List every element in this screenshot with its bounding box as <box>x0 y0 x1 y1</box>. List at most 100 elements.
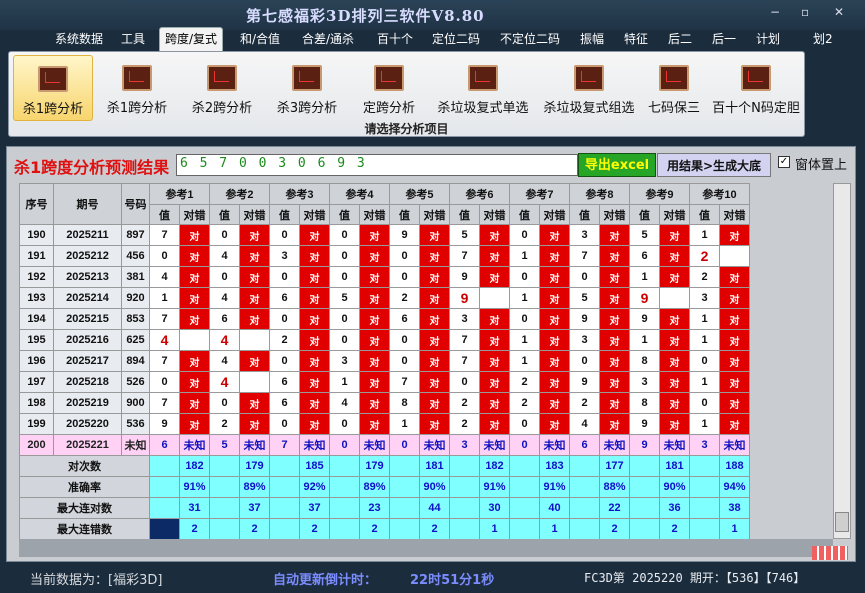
ribbon-kill1-span-selected[interactable]: 杀1跨分析 <box>13 55 93 121</box>
stats-value: 91% <box>179 476 210 498</box>
cell-value: 2 <box>569 392 600 414</box>
cell-check: 对 <box>479 350 510 372</box>
cell-check: 对 <box>539 245 570 267</box>
close-button[interactable]: ✕ <box>834 5 844 19</box>
table-row[interactable]: 190 2025211 897 7 对 0 对 0 对 0 对 9 对 5 对 0 对 3 对 5 对 1 对 <box>19 224 750 246</box>
cell-check: 对 <box>719 266 750 288</box>
cell-value: 0 <box>389 350 420 372</box>
result-input[interactable]: 6 5 7 0 0 3 0 6 9 3 <box>176 154 578 176</box>
stats-blank <box>689 497 720 519</box>
minimize-button[interactable]: − <box>770 5 780 19</box>
menu-sum[interactable]: 和/合值 <box>240 30 280 47</box>
cell-value: 2 <box>209 413 240 435</box>
table-row[interactable]: 194 2025215 853 7 对 6 对 0 对 0 对 6 对 3 对 0 对 9 对 9 对 1 对 <box>19 308 750 330</box>
table-row[interactable]: 198 2025219 900 7 对 0 对 6 对 4 对 8 对 2 对 2 对 2 对 8 对 0 对 <box>19 392 750 414</box>
ribbon-kill2-span[interactable]: 杀2跨分析 <box>182 55 262 121</box>
menu-plan[interactable]: 计划 <box>756 30 780 47</box>
stats-value: 22 <box>599 497 630 519</box>
stats-value: 92% <box>299 476 330 498</box>
cell-check: 未知 <box>659 434 690 456</box>
stats-blank <box>329 476 360 498</box>
cell-value: 0 <box>509 224 540 246</box>
menu-plan2[interactable]: 划2 <box>813 30 833 47</box>
stats-value: 91% <box>479 476 510 498</box>
cell-value: 9 <box>629 287 660 309</box>
menu-amplitude[interactable]: 振幅 <box>580 30 604 47</box>
ribbon-junk-group[interactable]: 杀垃圾复式组选 <box>537 55 641 121</box>
top-checkbox[interactable]: ✓ <box>778 156 790 168</box>
header-ref: 参考10 <box>689 183 750 205</box>
menu-tools[interactable]: 工具 <box>121 30 145 47</box>
cell-value: 7 <box>149 224 180 246</box>
ribbon-label: 七码保三 <box>647 101 700 116</box>
table-row[interactable]: 197 2025218 526 0 对 4 6 对 1 对 7 对 0 对 2 对 9 对 3 对 1 对 <box>19 371 750 393</box>
table-row[interactable]: 196 2025217 894 7 对 4 对 0 对 3 对 0 对 7 对 1 对 0 对 8 对 0 对 <box>19 350 750 372</box>
table-row[interactable]: 199 2025220 536 9 对 2 对 0 对 0 对 1 对 2 对 0 对 4 对 9 对 1 对 <box>19 413 750 435</box>
maximize-button[interactable]: ▫ <box>801 5 809 19</box>
vertical-scrollbar[interactable] <box>833 183 851 539</box>
stats-blank <box>149 518 180 540</box>
cell-value: 7 <box>389 371 420 393</box>
stats-value: 181 <box>419 455 450 477</box>
cell-value: 5 <box>449 224 480 246</box>
table-row[interactable]: 193 2025214 920 1 对 4 对 6 对 5 对 2 对 9 1 对 5 对 9 3 对 <box>19 287 750 309</box>
menu-span-compound[interactable]: 跨度/复式 <box>159 27 224 51</box>
cell-check: 对 <box>179 287 210 309</box>
ribbon-kill3-span[interactable]: 杀3跨分析 <box>267 55 347 121</box>
cell-value: 0 <box>509 308 540 330</box>
stats-value: 177 <box>599 455 630 477</box>
ribbon-n-code[interactable]: 百十个N码定胆 <box>709 55 803 121</box>
last-draw-info: FC3D第 2025220 期开：【536】【746】 <box>584 571 806 585</box>
cell-check: 未知 <box>299 434 330 456</box>
cell-check: 对 <box>719 371 750 393</box>
stats-blank <box>569 518 600 540</box>
menu-hundreds[interactable]: 百十个 <box>377 30 413 47</box>
cell-check: 对 <box>299 392 330 414</box>
stats-blank <box>389 455 420 477</box>
cell-value: 0 <box>149 245 180 267</box>
menu-feature[interactable]: 特征 <box>624 30 648 47</box>
stats-blank <box>149 455 180 477</box>
table-row[interactable]: 191 2025212 456 0 对 4 对 3 对 0 对 0 对 7 对 1 对 7 对 6 对 2 <box>19 245 750 267</box>
ribbon-junk-single[interactable]: 杀垃圾复式单选 <box>431 55 535 121</box>
stats-blank <box>509 455 540 477</box>
cell-check: 对 <box>539 371 570 393</box>
menu-system-data[interactable]: 系统数据 <box>55 30 103 47</box>
stats-blank <box>509 518 540 540</box>
scroll-thumb[interactable] <box>835 512 849 532</box>
generate-base-button[interactable]: 用结果>生成大底 <box>657 153 771 177</box>
cell-check: 未知 <box>179 434 210 456</box>
stats-value: 2 <box>179 518 210 540</box>
table-row-unknown[interactable]: 200 2025221 未知 6 未知 5 未知 7 未知 0 未知 0 未知 3 未知 0 未知 6 未知 9 未知 3… <box>19 434 750 456</box>
cell-value: 8 <box>629 392 660 414</box>
stats-blank <box>329 497 360 519</box>
ribbon-fixed-span[interactable]: 定跨分析 <box>352 55 426 121</box>
subheader-val: 值 <box>149 204 180 225</box>
cell-value: 4 <box>569 413 600 435</box>
table-row[interactable]: 192 2025213 381 4 对 0 对 0 对 0 对 0 对 9 对 0 对 0 对 1 对 2 对 <box>19 266 750 288</box>
ribbon-seven-code[interactable]: 七码保三 <box>641 55 707 121</box>
cell-value: 0 <box>269 350 300 372</box>
menu-back-one[interactable]: 后一 <box>712 30 736 47</box>
cell-value: 0 <box>569 266 600 288</box>
cell-check: 未知 <box>539 434 570 456</box>
cell-value: 6 <box>149 434 180 456</box>
cell-value: 0 <box>149 371 180 393</box>
stats-value: 2 <box>659 518 690 540</box>
cell-value: 0 <box>509 413 540 435</box>
cell-value: 9 <box>629 308 660 330</box>
cell-check: 对 <box>659 371 690 393</box>
export-excel-button[interactable]: 导出excel <box>578 153 656 177</box>
ribbon-kill1-span[interactable]: 杀1跨分析 <box>97 55 177 121</box>
table-row[interactable]: 195 2025216 625 4 4 2 对 0 对 0 对 7 对 1 对 3 对 1 对 1 对 <box>19 329 750 351</box>
menu-fixed-two[interactable]: 定位二码 <box>432 30 480 47</box>
cell-num: 456 <box>121 245 150 267</box>
stats-value: 188 <box>719 455 750 477</box>
subheader-val: 值 <box>389 204 420 225</box>
chart-icon <box>468 65 498 91</box>
horizontal-scrollbar[interactable] <box>19 539 833 557</box>
menu-diff-kill[interactable]: 合差/通杀 <box>302 30 354 47</box>
cell-check: 对 <box>539 308 570 330</box>
menu-unfixed-two[interactable]: 不定位二码 <box>500 30 560 47</box>
menu-back-two[interactable]: 后二 <box>668 30 692 47</box>
